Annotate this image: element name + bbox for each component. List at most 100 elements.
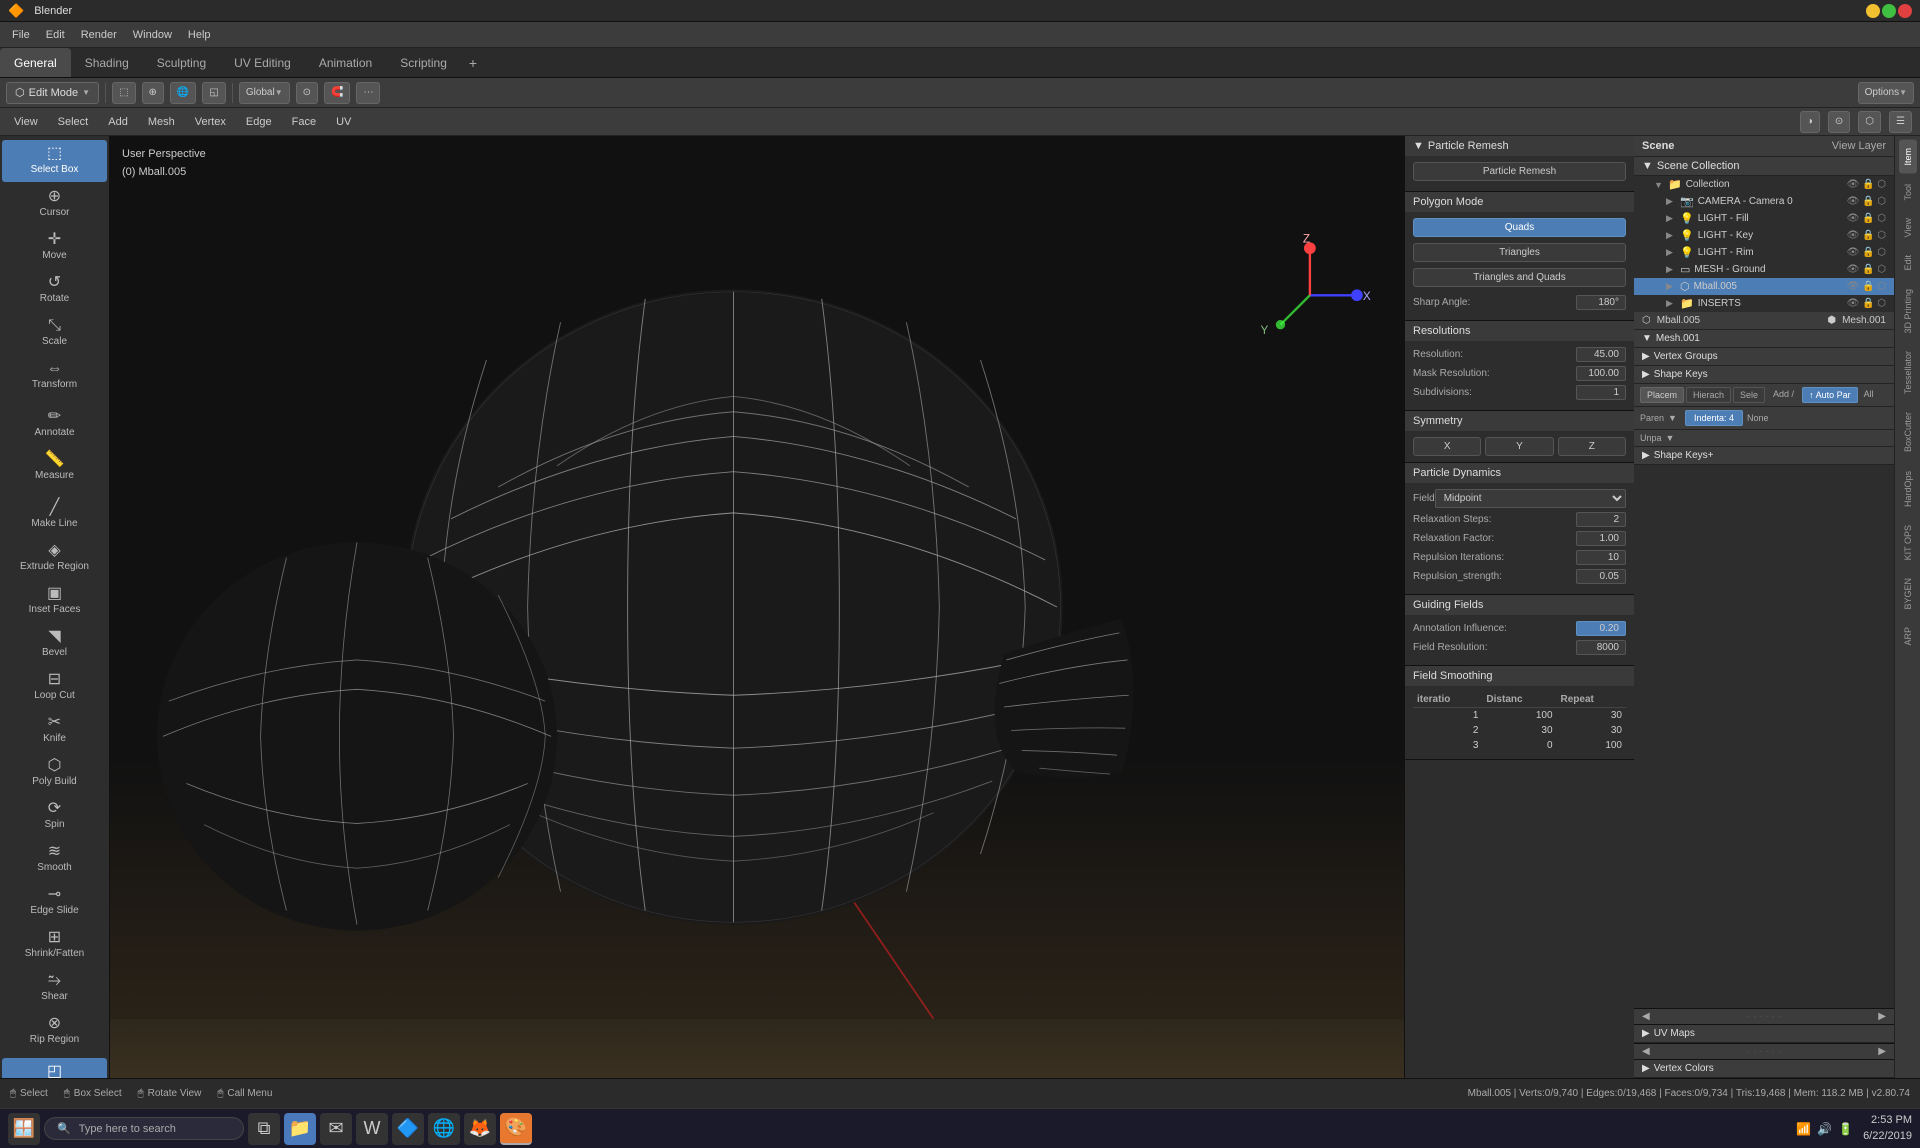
proportional-btn[interactable]: ⊙ [296, 82, 318, 104]
vtab-edit[interactable]: Edit [1899, 247, 1917, 279]
tool-poly-build[interactable]: ⬡ Poly Build [2, 752, 107, 794]
guiding-fields-header[interactable]: Guiding Fields [1405, 595, 1634, 615]
menu-render[interactable]: Render [73, 27, 125, 43]
polygon-mode-triangles[interactable]: Triangles [1413, 243, 1626, 262]
viewport-shading-btn[interactable]: ◑ [1800, 111, 1820, 133]
taskbar-file-explorer[interactable]: 📁 [284, 1113, 316, 1145]
vp-menu-edge[interactable]: Edge [240, 114, 278, 130]
snap-btn[interactable]: 🧲 [324, 82, 350, 104]
menu-help[interactable]: Help [180, 27, 219, 43]
vtab-hardops[interactable]: HardOps [1899, 463, 1917, 515]
vtab-arp[interactable]: ARP [1899, 619, 1917, 654]
polygon-mode-header[interactable]: Polygon Mode [1405, 192, 1634, 212]
symmetry-header[interactable]: Symmetry [1405, 411, 1634, 431]
sym-z-button[interactable]: Z [1558, 437, 1626, 456]
polygon-mode-tri-quads[interactable]: Triangles and Quads [1413, 268, 1626, 287]
tab-sculpting[interactable]: Sculpting [143, 48, 220, 77]
tool-annotate[interactable]: ✏ Annotate [2, 403, 107, 445]
vp-menu-face[interactable]: Face [286, 114, 322, 130]
vtab-tool[interactable]: Tool [1899, 176, 1917, 209]
uv-maps-header[interactable]: ▶ UV Maps [1634, 1025, 1894, 1043]
shape-keys-plus-header[interactable]: ▶ Shape Keys+ [1634, 447, 1894, 465]
global-button[interactable]: Global ▼ [239, 82, 290, 104]
scene-collection-header[interactable]: ▼ Scene Collection [1634, 157, 1894, 176]
sharp-angle-value[interactable]: 180° [1576, 295, 1626, 310]
vtab-bygen[interactable]: BYGEN [1899, 570, 1917, 618]
taskbar-chrome[interactable]: 🌐 [428, 1113, 460, 1145]
repulsion-strength-value[interactable]: 0.05 [1576, 569, 1626, 584]
tool-edge-slide[interactable]: ⊸ Edge Slide [2, 881, 107, 923]
vtab-item[interactable]: Item [1899, 140, 1917, 174]
tab-uv-editing[interactable]: UV Editing [220, 48, 305, 77]
field-smoothing-row[interactable]: 30100 [1413, 738, 1626, 753]
scene-item[interactable]: ▶💡LIGHT - Key👁 🔒 ⬡ [1634, 227, 1894, 244]
tool-scale[interactable]: ⤡ Scale [2, 312, 107, 354]
vp-menu-select[interactable]: Select [52, 114, 95, 130]
tool-move[interactable]: ✛ Move [2, 226, 107, 268]
scene-item[interactable]: ▶⬡Mball.005👁 🔒 ⬡ [1634, 278, 1894, 295]
field-smoothing-cell[interactable]: 100 [1557, 738, 1626, 753]
field-smoothing-cell[interactable]: 100 [1482, 708, 1556, 724]
vtab-tessellator[interactable]: Tessellator [1899, 343, 1917, 402]
field-smoothing-row[interactable]: 110030 [1413, 708, 1626, 724]
maximize-button[interactable] [1882, 4, 1896, 18]
relaxation-factor-value[interactable]: 1.00 [1576, 531, 1626, 546]
field-smoothing-cell[interactable]: 0 [1482, 738, 1556, 753]
mode-selector[interactable]: ⬡ Edit Mode ▼ [6, 82, 99, 104]
tool-shrink-fatten[interactable]: ⊞ Shrink/Fatten [2, 924, 107, 966]
scene-item[interactable]: ▶💡LIGHT - Fill👁 🔒 ⬡ [1634, 210, 1894, 227]
panel-collapse-left-icon[interactable]: ◀ [1642, 1011, 1650, 1022]
add-workspace-button[interactable]: + [461, 51, 485, 75]
relaxation-steps-value[interactable]: 2 [1576, 512, 1626, 527]
tool-make-line[interactable]: ╱ Make Line [2, 494, 107, 536]
tool-loop-cut[interactable]: ⊟ Loop Cut [2, 666, 107, 708]
menu-window[interactable]: Window [125, 27, 180, 43]
auto-par-button[interactable]: ↑ Auto Par [1802, 387, 1858, 403]
tool-extrude-region[interactable]: ◈ Extrude Region [2, 537, 107, 579]
taskbar-word[interactable]: W [356, 1113, 388, 1145]
resolution-value[interactable]: 45.00 [1576, 347, 1626, 362]
field-select[interactable]: Midpoint [1435, 489, 1626, 508]
resolutions-header[interactable]: Resolutions [1405, 321, 1634, 341]
tab-sele[interactable]: Sele [1733, 387, 1765, 403]
particle-remesh-header[interactable]: ▼ Particle Remesh [1405, 136, 1634, 156]
toolbar-icon-btn-4[interactable]: ◱ [202, 82, 225, 104]
vertex-groups-header[interactable]: ▶ Vertex Groups [1634, 348, 1894, 366]
tool-transform[interactable]: ⇔ Transform [2, 355, 107, 397]
sym-x-button[interactable]: X [1413, 437, 1481, 456]
particle-dynamics-header[interactable]: Particle Dynamics [1405, 463, 1634, 483]
vp-menu-vertex[interactable]: Vertex [189, 114, 232, 130]
scene-item[interactable]: ▶💡LIGHT - Rim👁 🔒 ⬡ [1634, 244, 1894, 261]
viewport-xray-btn[interactable]: ⬡ [1858, 111, 1881, 133]
annotation-influence-value[interactable]: 0.20 [1576, 621, 1626, 636]
field-smoothing-cell[interactable]: 3 [1413, 738, 1482, 753]
field-smoothing-header[interactable]: Field Smoothing [1405, 666, 1634, 686]
menu-edit[interactable]: Edit [38, 27, 73, 43]
vtab-3d-printing[interactable]: 3D Printing [1899, 281, 1917, 342]
indent-button[interactable]: Indenta: 4 [1685, 410, 1743, 426]
3d-viewport[interactable]: User Perspective (0) Mball.005 [110, 136, 1404, 1078]
tab-hierach[interactable]: Hierach [1686, 387, 1731, 403]
tab-placem[interactable]: Placem [1640, 387, 1684, 403]
tool-smooth[interactable]: ≋ Smooth [2, 838, 107, 880]
vp-menu-view[interactable]: View [8, 114, 44, 130]
vp-menu-add[interactable]: Add [102, 114, 134, 130]
right-panel-scroll[interactable]: ▼ Particle Remesh Particle Remesh Polygo… [1405, 136, 1634, 1078]
vtab-boxcutter[interactable]: BoxCutter [1899, 404, 1917, 460]
field-smoothing-row[interactable]: 23030 [1413, 723, 1626, 738]
vtab-view[interactable]: View [1899, 210, 1917, 245]
vtab-kitops[interactable]: KIT OPS [1899, 517, 1917, 568]
taskbar-outlook[interactable]: ✉ [320, 1113, 352, 1145]
subdivisions-value[interactable]: 1 [1576, 385, 1626, 400]
toolbar-icon-btn-2[interactable]: ⊕ [142, 82, 164, 104]
toolbar-icon-btn-3[interactable]: 🌐 [170, 82, 196, 104]
polygon-mode-quads[interactable]: Quads [1413, 218, 1626, 237]
tool-knife[interactable]: ✂ Knife [2, 709, 107, 751]
panel-collapse-right-2-icon[interactable]: ▶ [1878, 1046, 1886, 1057]
mesh-mesh-header[interactable]: ▼ Mesh.001 [1634, 330, 1894, 348]
scene-item[interactable]: ▶📷CAMERA - Camera 0👁 🔒 ⬡ [1634, 193, 1894, 210]
taskbar-firefox[interactable]: 🦊 [464, 1113, 496, 1145]
tool-select-box[interactable]: ⬚ Select Box [2, 140, 107, 182]
tab-scripting[interactable]: Scripting [386, 48, 461, 77]
falloff-btn[interactable]: ⋯ [356, 82, 380, 104]
